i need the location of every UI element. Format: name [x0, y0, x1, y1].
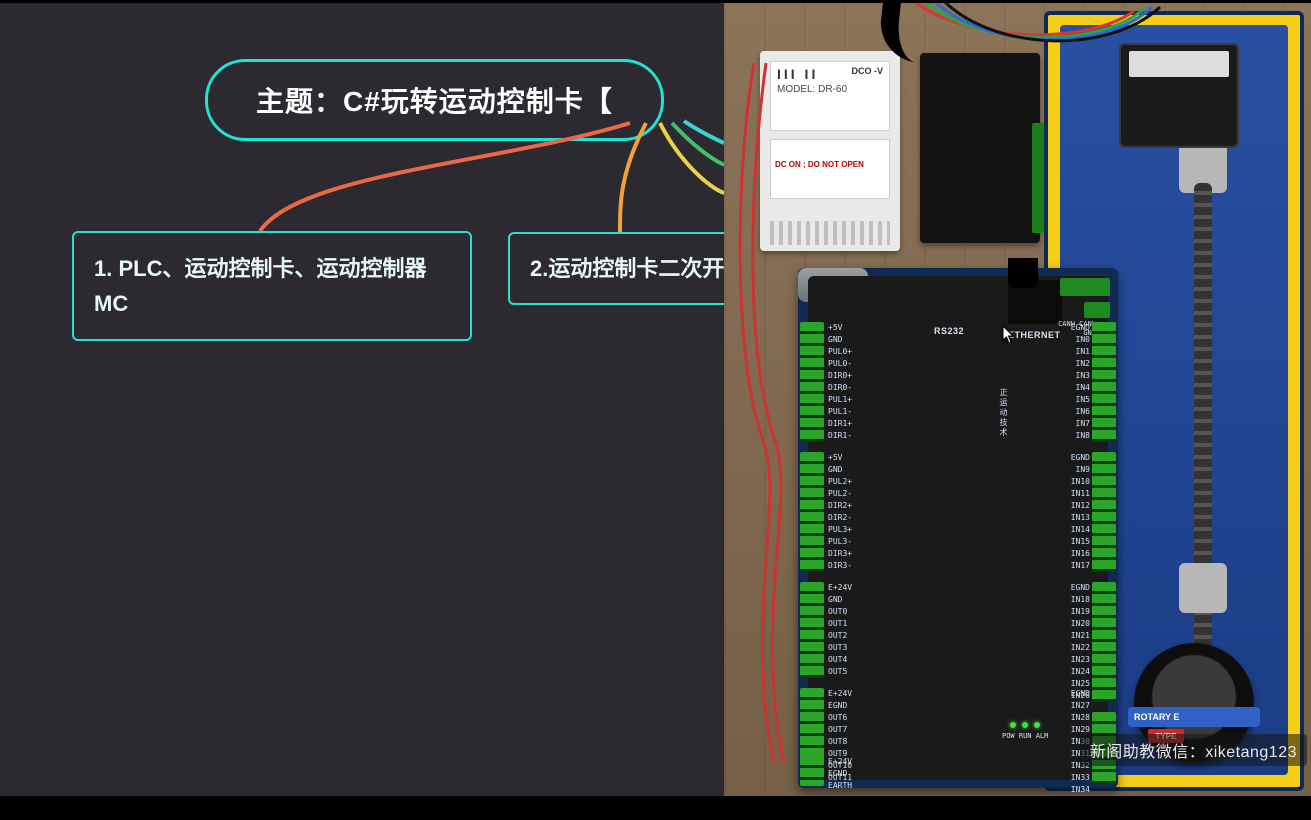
- motion-control-card: RS232 ETHERNET CANH CANL GND +5V GND PUL…: [798, 268, 1118, 788]
- left-terminal-2: [800, 452, 824, 572]
- stepper-motor: [1119, 43, 1239, 148]
- ethernet-plug-icon: [1008, 258, 1038, 288]
- rs232-port: [798, 268, 868, 302]
- right-pins-2: EGND IN9 IN10 IN11 IN12 IN13 IN14 IN15 I…: [1062, 452, 1090, 572]
- right-terminal-3: [1092, 582, 1116, 702]
- screenshot-root: 主题：C#玩转运动控制卡【 1. PLC、运动控制卡、运动控制器MC 2.运动控…: [0, 0, 1311, 820]
- hardware-photo: III II DCO -V MODEL: DR-60 DC ON ; DO NO…: [724, 3, 1311, 796]
- rs232-label: RS232: [934, 326, 964, 336]
- left-pins-5: E+24V EGND EARTH: [828, 756, 852, 792]
- driver-terminal-block: [1032, 123, 1044, 233]
- led-labels: POW RUN ALM: [1002, 732, 1048, 740]
- right-terminal-1: [1092, 322, 1116, 442]
- psu-model: MODEL: DR-60: [777, 84, 847, 95]
- stepper-nameplate: [1129, 51, 1229, 77]
- power-supply: III II DCO -V MODEL: DR-60 DC ON ; DO NO…: [760, 51, 900, 251]
- watermark-text: 新阁助教微信：xiketang123: [1080, 734, 1307, 766]
- psu-warning-sticker: DC ON ; DO NOT OPEN: [770, 139, 890, 199]
- left-pins-1: +5V GND PUL0+ PUL0- DIR0+ DIR0- PUL1+ PU…: [828, 322, 852, 442]
- mindmap-root-node[interactable]: 主题：C#玩转运动控制卡【: [205, 59, 664, 141]
- left-terminal-5: [800, 756, 824, 786]
- psu-dc-label: DCO -V: [852, 66, 884, 76]
- left-pins-3: E+24V GND OUT0 OUT1 OUT2 OUT3 OUT4 OUT5: [828, 582, 852, 678]
- right-pins-1: EGND IN0 IN1 IN2 IN3 IN4 IN5 IN6 IN7 IN8: [1062, 322, 1090, 442]
- led-pow-icon: [1010, 722, 1016, 728]
- psu-top-label: III II DCO -V MODEL: DR-60: [770, 61, 890, 131]
- pcb-brand-label: 正运动技术: [998, 388, 1009, 438]
- right-terminal-2: [1092, 452, 1116, 572]
- mindmap-child-node-1[interactable]: 1. PLC、运动控制卡、运动控制器MC: [72, 231, 472, 341]
- coupling-bottom: [1179, 563, 1227, 613]
- stepper-driver: [920, 53, 1040, 243]
- psu-warning-text: DC ON ; DO NOT OPEN: [775, 160, 864, 169]
- left-pins-2: +5V GND PUL2+ PUL2- DIR2+ DIR2- PUL3+ PU…: [828, 452, 852, 572]
- lead-screw: [1194, 183, 1212, 723]
- left-terminal-3: [800, 582, 824, 678]
- mouse-cursor-icon: [1002, 325, 1016, 345]
- led-run-icon: [1022, 722, 1028, 728]
- can-terminal-block: [1060, 278, 1110, 296]
- left-terminal-1: [800, 322, 824, 442]
- mindmap-canvas[interactable]: 主题：C#玩转运动控制卡【 1. PLC、运动控制卡、运动控制器MC 2.运动控…: [0, 3, 724, 796]
- can-terminal-block-2: [1084, 302, 1110, 318]
- right-pins-3: EGND IN18 IN19 IN20 IN21 IN22 IN23 IN24 …: [1062, 582, 1090, 702]
- psu-vents-icon: [770, 221, 890, 245]
- psu-brand: III II: [777, 66, 818, 82]
- window-bottom-border: [0, 796, 1311, 820]
- led-alm-icon: [1034, 722, 1040, 728]
- encoder-ring-label: ROTARY E: [1128, 707, 1260, 727]
